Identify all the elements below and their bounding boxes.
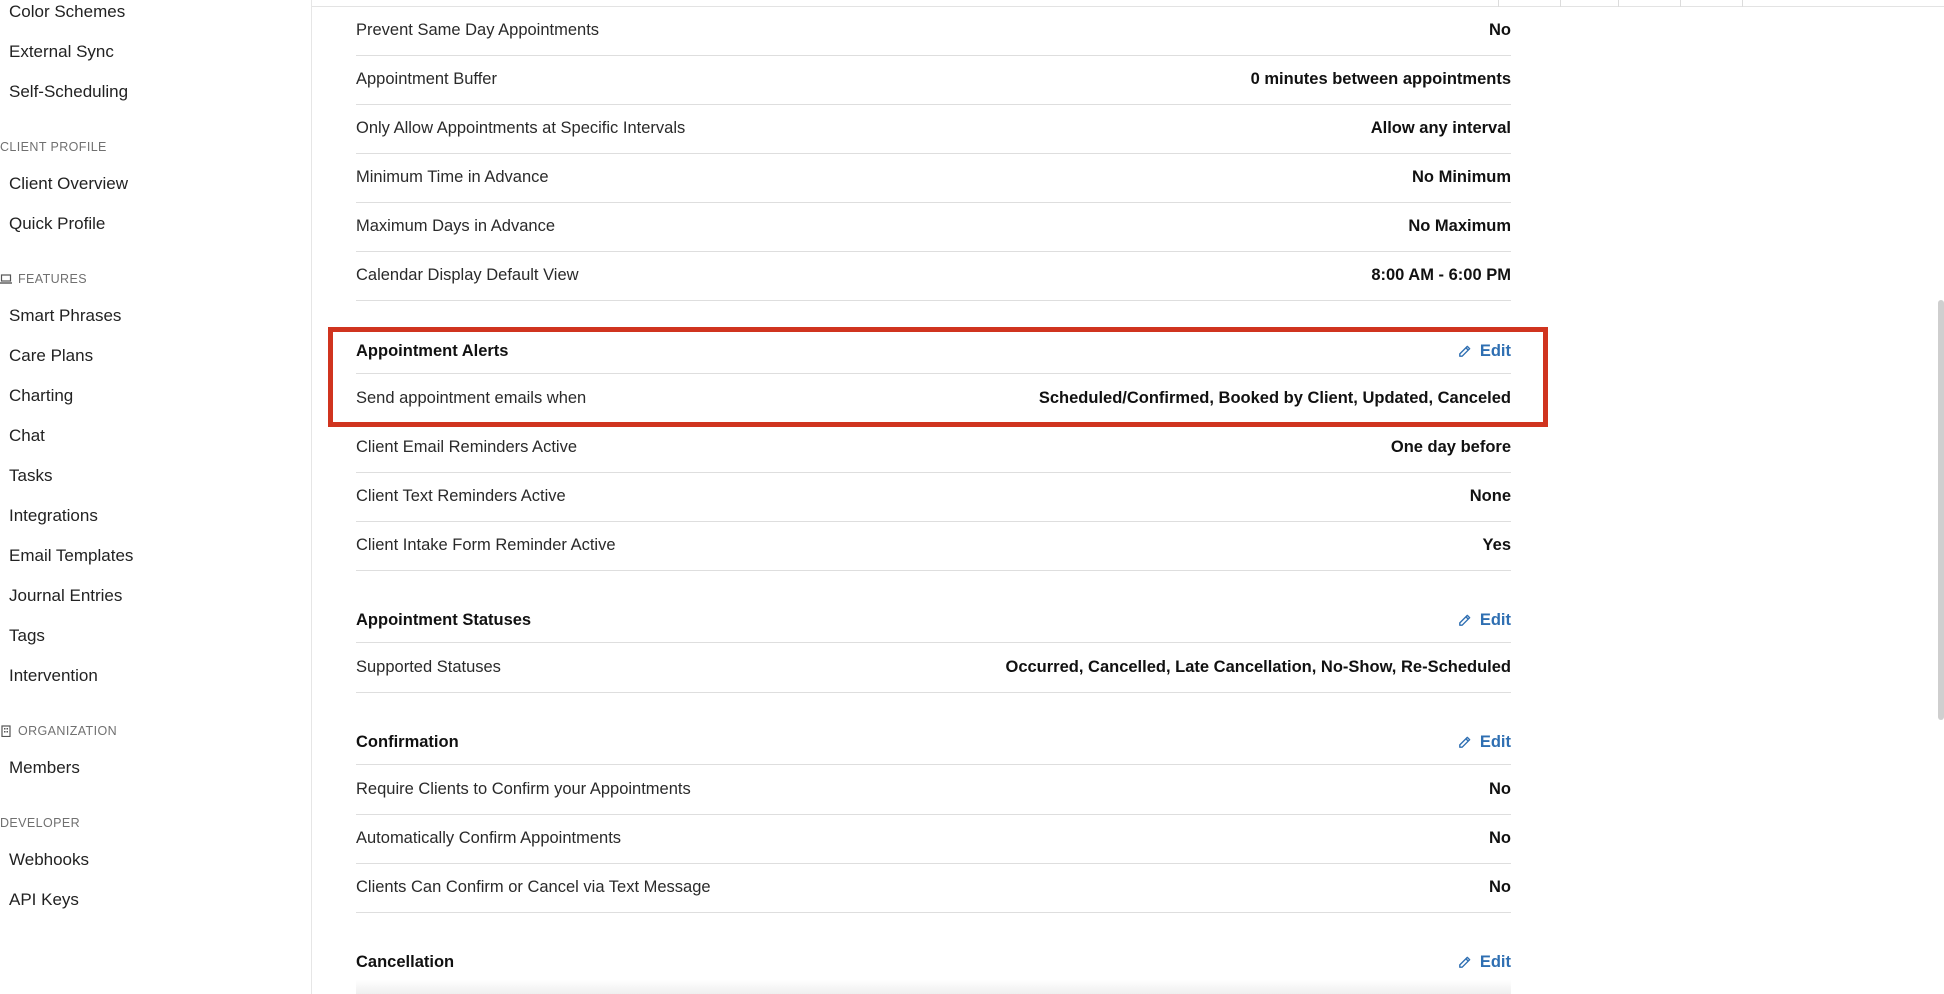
setting-label: Client Email Reminders Active: [356, 438, 577, 456]
setting-value: Occurred, Cancelled, Late Cancellation, …: [1005, 658, 1512, 676]
edit-cancellation-button[interactable]: Edit: [1457, 953, 1511, 972]
toolbar-divider: [1742, 0, 1743, 7]
toolbar-divider: [1680, 0, 1681, 7]
setting-label: Clients Can Confirm or Cancel via Text M…: [356, 878, 711, 896]
section-header-confirmation: Confirmation Edit: [356, 720, 1511, 765]
sidebar-item-chat[interactable]: Chat: [9, 426, 45, 446]
sidebar-item-api-keys[interactable]: API Keys: [9, 890, 79, 910]
sidebar-item-color-schemes[interactable]: Color Schemes: [9, 2, 125, 22]
setting-value: No: [1489, 780, 1511, 798]
section-header-cancellation: Cancellation Edit: [356, 940, 1511, 984]
sidebar-item-smart-phrases[interactable]: Smart Phrases: [9, 306, 121, 326]
setting-row: Maximum Days in Advance No Maximum: [356, 202, 1511, 252]
setting-label: Calendar Display Default View: [356, 266, 579, 284]
setting-value: No: [1489, 878, 1511, 896]
highlight-box: [328, 327, 1548, 427]
pencil-icon: [1458, 736, 1471, 748]
edit-appointment-statuses-button[interactable]: Edit: [1457, 611, 1511, 630]
setting-row: Automatically Confirm Appointments No: [356, 814, 1511, 864]
sidebar-section-title: CLIENT PROFILE: [0, 140, 107, 154]
sidebar-item-integrations[interactable]: Integrations: [9, 506, 98, 526]
setting-row: Clients Can Confirm or Cancel via Text M…: [356, 863, 1511, 913]
section-title: Appointment Statuses: [356, 610, 532, 629]
setting-label: Minimum Time in Advance: [356, 168, 549, 186]
setting-value: Yes: [1482, 536, 1511, 554]
sidebar-section-title: FEATURES: [18, 272, 87, 286]
setting-label: Appointment Buffer: [356, 70, 497, 88]
scroll-fade: [356, 980, 1511, 994]
setting-value: 8:00 AM - 6:00 PM: [1371, 266, 1511, 284]
pencil-icon: [1458, 614, 1471, 626]
edit-label: Edit: [1479, 952, 1511, 971]
setting-label: Only Allow Appointments at Specific Inte…: [356, 119, 686, 137]
building-icon: [0, 725, 12, 738]
setting-label: Automatically Confirm Appointments: [356, 829, 622, 847]
setting-row: Minimum Time in Advance No Minimum: [356, 153, 1511, 203]
sidebar-item-client-overview[interactable]: Client Overview: [9, 174, 128, 194]
section-title: Confirmation: [356, 732, 459, 751]
setting-label: Prevent Same Day Appointments: [356, 21, 600, 39]
sidebar-section-title: DEVELOPER: [0, 816, 81, 830]
setting-value: No: [1489, 21, 1511, 39]
toolbar-divider: [1560, 0, 1561, 7]
setting-row: Client Intake Form Reminder Active Yes: [356, 521, 1511, 571]
setting-row: Require Clients to Confirm your Appointm…: [356, 765, 1511, 815]
sidebar-item-quick-profile[interactable]: Quick Profile: [9, 214, 105, 234]
sidebar-item-members[interactable]: Members: [9, 758, 80, 778]
setting-row: Prevent Same Day Appointments No: [356, 6, 1511, 56]
sidebar-item-care-plans[interactable]: Care Plans: [9, 346, 93, 366]
setting-row: Only Allow Appointments at Specific Inte…: [356, 104, 1511, 154]
edit-label: Edit: [1479, 610, 1511, 629]
sidebar-item-external-sync[interactable]: External Sync: [9, 42, 114, 62]
setting-row: Calendar Display Default View 8:00 AM - …: [356, 251, 1511, 301]
section-title: Cancellation: [356, 952, 455, 971]
sidebar-item-webhooks[interactable]: Webhooks: [9, 850, 89, 870]
setting-value: None: [1469, 487, 1511, 505]
sidebar-item-self-scheduling[interactable]: Self-Scheduling: [9, 82, 128, 102]
settings-sidebar: Color Schemes External Sync Self-Schedul…: [0, 0, 312, 994]
sidebar-section-developer: DEVELOPER: [0, 816, 80, 830]
setting-label: Require Clients to Confirm your Appointm…: [356, 780, 691, 798]
sidebar-section-organization: ORGANIZATION: [0, 724, 117, 738]
setting-value: 0 minutes between appointments: [1250, 70, 1511, 88]
sidebar-item-charting[interactable]: Charting: [9, 386, 73, 406]
setting-row: Client Email Reminders Active One day be…: [356, 423, 1511, 473]
sidebar-section-client-profile: CLIENT PROFILE: [0, 140, 107, 154]
sidebar-section-title: ORGANIZATION: [18, 724, 118, 738]
sidebar-item-tasks[interactable]: Tasks: [9, 466, 52, 486]
edit-confirmation-button[interactable]: Edit: [1457, 733, 1511, 752]
laptop-icon: [0, 273, 12, 285]
sidebar-item-tags[interactable]: Tags: [9, 626, 45, 646]
sidebar-item-journal-entries[interactable]: Journal Entries: [9, 586, 122, 606]
sidebar-item-intervention[interactable]: Intervention: [9, 666, 98, 686]
setting-label: Maximum Days in Advance: [356, 217, 555, 235]
scrollbar-thumb[interactable]: [1938, 300, 1944, 720]
section-header-appointment-statuses: Appointment Statuses Edit: [356, 598, 1511, 643]
setting-label: Supported Statuses: [356, 658, 501, 676]
pencil-icon: [1458, 956, 1471, 968]
setting-row: Appointment Buffer 0 minutes between app…: [356, 55, 1511, 105]
setting-value: No Minimum: [1412, 168, 1511, 186]
toolbar-divider: [1618, 0, 1619, 7]
edit-label: Edit: [1479, 732, 1511, 751]
setting-label: Client Intake Form Reminder Active: [356, 536, 616, 554]
setting-value: No: [1489, 829, 1511, 847]
setting-row: Supported Statuses Occurred, Cancelled, …: [356, 643, 1511, 693]
sidebar-item-email-templates[interactable]: Email Templates: [9, 546, 133, 566]
sidebar-section-features: FEATURES: [0, 272, 87, 286]
setting-value: No Maximum: [1408, 217, 1511, 235]
setting-label: Client Text Reminders Active: [356, 487, 566, 505]
setting-value: One day before: [1390, 438, 1511, 456]
setting-value: Allow any interval: [1370, 119, 1511, 137]
setting-row: Client Text Reminders Active None: [356, 472, 1511, 522]
